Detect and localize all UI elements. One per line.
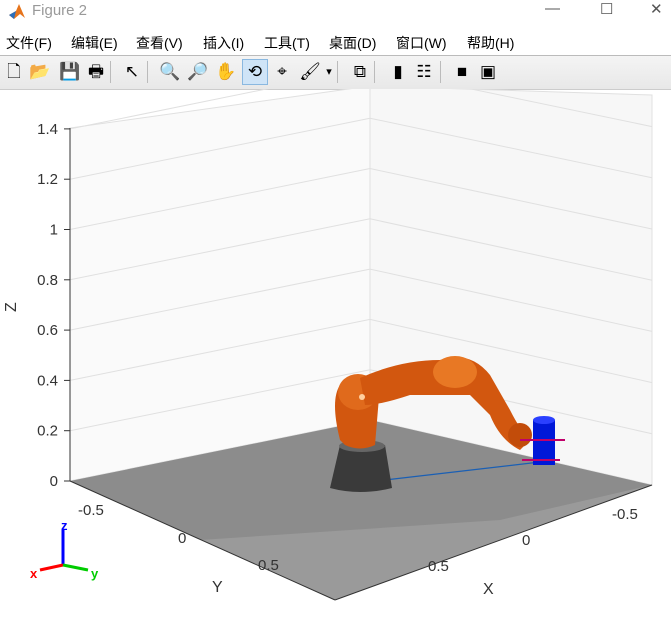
z-tick-label: 0.2: [37, 423, 58, 440]
y-tick-label: -0.5: [78, 502, 104, 519]
rotate-3d-icon[interactable]: ⟲: [242, 59, 268, 85]
z-axis-label: Z: [3, 302, 20, 312]
print-icon[interactable]: 🖶: [84, 60, 108, 84]
brush-icon[interactable]: 🖌: [298, 60, 322, 84]
maximize-button[interactable]: ☐: [600, 0, 613, 18]
z-tick-label: 0: [50, 473, 58, 490]
pan-hand-icon[interactable]: ✋: [214, 60, 238, 84]
menu-insert[interactable]: 插入(I): [203, 33, 244, 53]
coordinate-triad: z x y: [30, 518, 99, 581]
y-tick-label: 0: [178, 530, 186, 547]
colorbar-icon[interactable]: ▮: [386, 60, 410, 84]
x-tick-label: -0.5: [612, 506, 638, 523]
title-bar: Figure 2 — ☐ ✕: [0, 0, 671, 28]
minimize-button[interactable]: —: [545, 0, 560, 17]
toolbar-separator: [110, 61, 111, 83]
toolbar-separator: [374, 61, 375, 83]
menu-bar: 文件(F) 编辑(E) 查看(V) 插入(I) 工具(T) 桌面(D) 窗口(W…: [0, 28, 671, 54]
toolbar-separator: [147, 61, 148, 83]
toolbar: 🗋 📂 💾 🖶 ↖ 🔍 🔎 ✋ ⟲ ⌖ 🖌 ▾ ⧉ ▮ ☷ ■ ▣: [0, 55, 671, 90]
open-icon[interactable]: 📂: [28, 60, 52, 84]
z-tick-label: 1: [50, 222, 58, 239]
zoom-in-icon[interactable]: 🔍: [158, 60, 182, 84]
triad-x-label: x: [30, 566, 38, 581]
triad-y-label: y: [91, 566, 99, 581]
z-tick-label: 0.8: [37, 272, 58, 289]
link-plot-icon[interactable]: ⧉: [348, 60, 372, 84]
hide-plot-tools-icon[interactable]: ■: [450, 60, 474, 84]
z-tick-label: 1.2: [37, 171, 58, 188]
x-tick-label: 0.5: [428, 558, 449, 575]
triad-z-label: z: [61, 518, 68, 533]
legend-icon[interactable]: ☷: [412, 60, 436, 84]
robot-base: [330, 445, 392, 492]
z-tick-label: 0.4: [37, 372, 58, 389]
matlab-logo-icon: [9, 4, 25, 19]
menu-help[interactable]: 帮助(H): [467, 33, 514, 53]
select-arrow-icon[interactable]: ↖: [120, 60, 144, 84]
save-icon[interactable]: 💾: [58, 60, 82, 84]
y-axis-label: Y: [212, 579, 223, 596]
show-plot-tools-icon[interactable]: ▣: [476, 60, 500, 84]
menu-window[interactable]: 窗口(W): [396, 33, 447, 53]
y-tick-label: 0.5: [258, 557, 279, 574]
window-title: Figure 2: [32, 2, 88, 19]
x-tick-label: 0: [522, 532, 530, 549]
menu-desktop[interactable]: 桌面(D): [329, 33, 376, 53]
menu-view[interactable]: 查看(V): [136, 33, 183, 53]
z-tick-label: 1.4: [37, 121, 58, 138]
close-button[interactable]: ✕: [650, 0, 663, 18]
toolbar-separator: [440, 61, 441, 83]
zoom-out-icon[interactable]: 🔎: [186, 60, 210, 84]
menu-edit[interactable]: 编辑(E): [71, 33, 118, 53]
brush-dropdown-icon[interactable]: ▾: [324, 60, 334, 84]
new-figure-icon[interactable]: 🗋: [2, 60, 26, 84]
axes-3d[interactable]: 0 0.2 0.4 0.6 0.8 1 1.2 1.4 -0.5 0 0.5 Y -0.5 0…: [0, 67, 671, 616]
menu-file[interactable]: 文件(F): [6, 33, 52, 53]
data-cursor-icon[interactable]: ⌖: [270, 60, 294, 84]
menu-tools[interactable]: 工具(T): [264, 33, 310, 53]
z-tick-label: 0.6: [37, 322, 58, 339]
toolbar-separator: [337, 61, 338, 83]
x-axis-label: X: [483, 581, 494, 598]
